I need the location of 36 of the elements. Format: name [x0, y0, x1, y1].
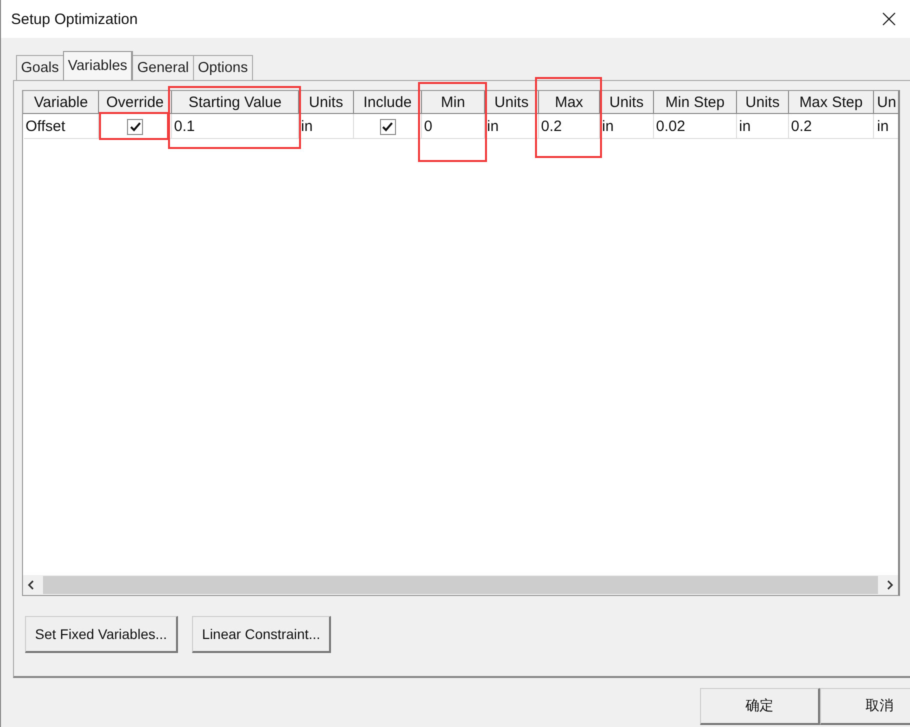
checkbox[interactable]	[127, 118, 143, 135]
table-cell: in	[877, 118, 889, 134]
column-header[interactable]: Max Step	[788, 91, 874, 114]
table-cell: in	[487, 118, 499, 134]
column-header[interactable]: Min	[422, 91, 484, 114]
column-header[interactable]: Un	[874, 91, 898, 114]
dialog-button[interactable]: 取消	[820, 688, 910, 725]
tab[interactable]: Variables	[62, 51, 134, 80]
scroll-right-icon[interactable]	[886, 580, 894, 590]
column-header[interactable]: Variable	[24, 91, 98, 114]
table-cell: 0.02	[656, 118, 686, 134]
column-header[interactable]: Min Step	[654, 91, 736, 114]
checkbox[interactable]	[380, 118, 396, 135]
table-cell: 0.1	[174, 118, 195, 134]
table-cell: 0	[424, 118, 432, 134]
column-header[interactable]: Units	[298, 91, 354, 114]
table-cell: 0.2	[541, 118, 562, 134]
column-header[interactable]: Include	[354, 91, 422, 114]
column-header[interactable]: Units	[600, 91, 654, 114]
dialog-button[interactable]: Linear Constraint...	[192, 616, 332, 653]
column-header[interactable]: Starting Value	[172, 91, 298, 114]
table-cell: in	[739, 118, 751, 134]
close-icon[interactable]	[882, 12, 896, 26]
tab[interactable]: Goals	[16, 55, 64, 80]
table-cell: 0.2	[791, 118, 812, 134]
dialog-button[interactable]: Set Fixed Variables...	[25, 616, 178, 653]
scroll-left-icon[interactable]	[27, 580, 35, 590]
table-cell: Offset	[26, 118, 66, 134]
tab[interactable]: Options	[192, 55, 253, 80]
table-cell: in	[602, 118, 614, 134]
column-header[interactable]: Max	[538, 91, 600, 114]
column-header[interactable]: Units	[484, 91, 538, 114]
column-header[interactable]: Units	[736, 91, 788, 114]
window-title: Setup Optimization	[11, 10, 138, 28]
dialog-button[interactable]: 确定	[700, 688, 820, 725]
table-cell: in	[301, 118, 313, 134]
